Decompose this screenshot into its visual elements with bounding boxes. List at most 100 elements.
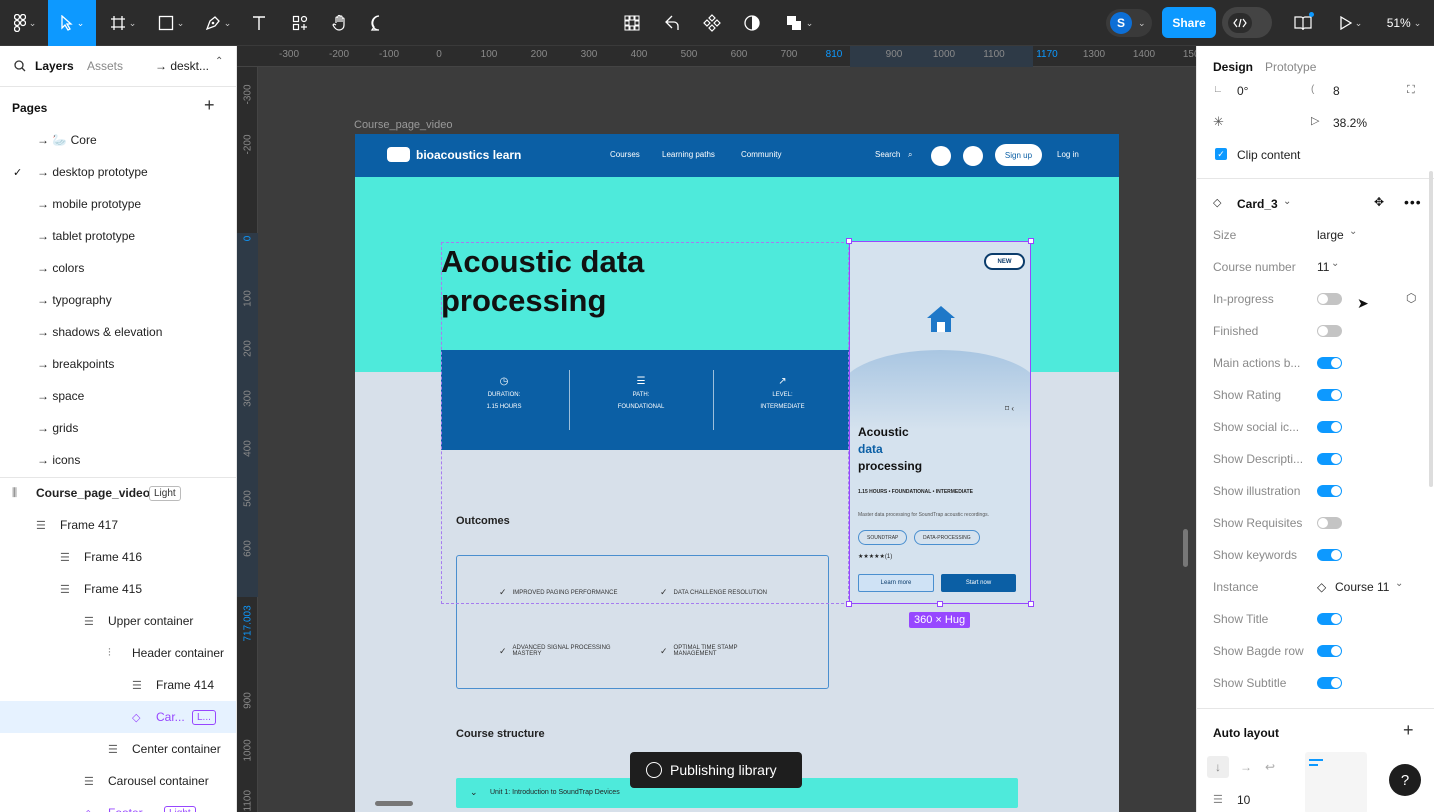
instance-swap-dropdown[interactable]: Course 11 — [1335, 580, 1389, 594]
page-item[interactable]: → space — [0, 380, 236, 412]
nav-courses[interactable]: Courses — [610, 150, 640, 159]
hand-tool-button[interactable] — [327, 0, 353, 46]
property-toggle[interactable] — [1317, 325, 1342, 337]
page-item[interactable]: → tablet prototype — [0, 220, 236, 252]
variable-mode-badge[interactable]: Light — [149, 485, 181, 501]
page-item[interactable]: → 🦢 Core — [0, 124, 236, 156]
tab-design[interactable]: Design — [1213, 60, 1253, 74]
corner-radius-value[interactable]: 8 — [1333, 84, 1340, 98]
page-item[interactable]: → colors — [0, 252, 236, 284]
layer-row[interactable]: ⫶ Header container — [0, 637, 236, 669]
property-toggle[interactable] — [1317, 389, 1342, 401]
direction-horizontal-button[interactable]: → — [1235, 756, 1257, 778]
shape-tool-button[interactable]: ⌄ — [152, 0, 190, 46]
property-toggle[interactable] — [1317, 421, 1342, 433]
add-page-button[interactable]: + — [204, 96, 215, 114]
chevron-down-icon[interactable]: ⌄ — [1283, 196, 1291, 207]
page-item[interactable]: → icons — [0, 444, 236, 476]
layer-row[interactable]: ☰ Carousel container — [0, 765, 236, 797]
chat-icon[interactable] — [931, 146, 951, 166]
property-toggle[interactable] — [1317, 677, 1342, 689]
page-item[interactable]: ✓ → desktop prototype — [0, 156, 236, 188]
direction-vertical-button[interactable]: ↓ — [1207, 756, 1229, 778]
opacity-value[interactable]: 38.2% — [1333, 116, 1367, 130]
nav-learning-paths[interactable]: Learning paths — [662, 150, 715, 159]
page-item[interactable]: → typography — [0, 284, 236, 316]
bookmark-share-icon[interactable]: ⌑ ‹ — [1005, 404, 1014, 413]
course-card[interactable]: NEW ⌑ ‹ Acoustic data processing 1.15 HO… — [849, 241, 1031, 604]
interaction-button[interactable] — [660, 0, 684, 46]
property-select[interactable]: large — [1317, 228, 1344, 242]
more-options-icon[interactable]: ••• — [1404, 194, 1422, 210]
variable-mode-badge[interactable]: L... — [192, 709, 216, 725]
resize-handle[interactable] — [937, 601, 943, 607]
dev-mode-toggle[interactable] — [1222, 7, 1272, 38]
mask-button[interactable] — [740, 0, 764, 46]
share-button[interactable]: Share — [1162, 7, 1216, 38]
component-name[interactable]: Card_3 — [1237, 197, 1278, 211]
property-toggle[interactable] — [1317, 485, 1342, 497]
comment-tool-button[interactable] — [366, 0, 392, 46]
resize-handle[interactable] — [1028, 238, 1034, 244]
chevron-up-icon[interactable]: ⌃ — [215, 56, 223, 67]
property-settings-icon[interactable]: ⬡ — [1406, 291, 1416, 305]
grid-view-button[interactable] — [620, 0, 644, 46]
property-select[interactable]: 11 — [1317, 260, 1329, 274]
layer-row[interactable]: ☰ Frame 414 — [0, 669, 236, 701]
independent-corners-icon[interactable]: ⛶ — [1407, 84, 1415, 97]
tag-chip[interactable]: SOUNDTRAP — [858, 530, 908, 545]
zoom-menu[interactable]: 51% ⌄ — [1380, 0, 1428, 46]
page-item[interactable]: → breakpoints — [0, 348, 236, 380]
rotation-value[interactable]: 0° — [1237, 84, 1248, 98]
property-toggle[interactable] — [1317, 645, 1342, 657]
panel-scrollbar[interactable] — [1429, 171, 1433, 487]
text-tool-button[interactable] — [246, 0, 272, 46]
signup-button[interactable]: Sign up — [995, 144, 1042, 166]
property-toggle[interactable] — [1317, 357, 1342, 369]
resize-handle[interactable] — [1028, 601, 1034, 607]
add-auto-layout-button[interactable]: + — [1403, 720, 1414, 741]
layer-row[interactable]: ☰ Frame 416 — [0, 541, 236, 573]
tag-chip[interactable]: DATA-PROCESSING — [914, 530, 980, 545]
frame-name-label[interactable]: Course_page_video — [354, 119, 452, 131]
horizontal-scrollbar[interactable] — [375, 801, 413, 806]
avatar[interactable]: S — [1110, 12, 1132, 34]
property-toggle[interactable] — [1317, 549, 1342, 561]
help-button[interactable]: ? — [1389, 764, 1421, 796]
vertical-scrollbar[interactable] — [1183, 529, 1188, 567]
present-button[interactable]: ⌄ — [1336, 0, 1366, 46]
property-toggle[interactable] — [1317, 613, 1342, 625]
dark-mode-icon[interactable] — [963, 146, 983, 166]
tab-prototype[interactable]: Prototype — [1265, 60, 1316, 74]
page-item[interactable]: → shadows & elevation — [0, 316, 236, 348]
layer-row[interactable]: ☰ Frame 417 — [0, 509, 236, 541]
multiplayer-avatars[interactable]: S ⌄ — [1106, 9, 1152, 37]
nav-community[interactable]: Community — [741, 150, 781, 159]
boolean-button[interactable]: ⌄ — [780, 0, 818, 46]
library-button[interactable] — [1290, 0, 1316, 46]
layer-row[interactable]: ◇ Footer Light — [0, 797, 236, 812]
layer-row[interactable]: ◇ Car... L... — [0, 701, 236, 733]
canvas[interactable]: Course_page_video bioacoustics learn Cou… — [258, 67, 1196, 812]
variable-mode-badge[interactable]: Light — [164, 805, 196, 812]
page-item[interactable]: → mobile prototype — [0, 188, 236, 220]
layer-row[interactable]: ☰ Frame 415 — [0, 573, 236, 605]
figma-menu-button[interactable]: ⌄ — [6, 0, 44, 46]
page-item[interactable]: → grids — [0, 412, 236, 444]
layer-row[interactable]: ⫼ Course_page_video Light — [0, 477, 236, 509]
layer-row[interactable]: ☰ Upper container — [0, 605, 236, 637]
resize-handle[interactable] — [846, 238, 852, 244]
clip-content-checkbox[interactable]: ✓ — [1215, 148, 1227, 160]
go-to-main-component-icon[interactable]: ✥ — [1374, 195, 1384, 209]
pen-tool-button[interactable]: ⌄ — [198, 0, 238, 46]
page-dropdown[interactable]: → deskt... — [155, 59, 209, 73]
frame-tool-button[interactable]: ⌄ — [104, 0, 142, 46]
component-button[interactable] — [700, 0, 724, 46]
gap-value[interactable]: 10 — [1237, 793, 1250, 807]
wrap-button[interactable]: ↩ — [1259, 756, 1281, 778]
learn-more-button[interactable]: Learn more — [858, 574, 934, 592]
tab-assets[interactable]: Assets — [87, 59, 123, 73]
move-tool-button[interactable]: ⌄ — [48, 0, 96, 46]
resources-tool-button[interactable] — [287, 0, 313, 46]
property-toggle[interactable] — [1317, 293, 1342, 305]
